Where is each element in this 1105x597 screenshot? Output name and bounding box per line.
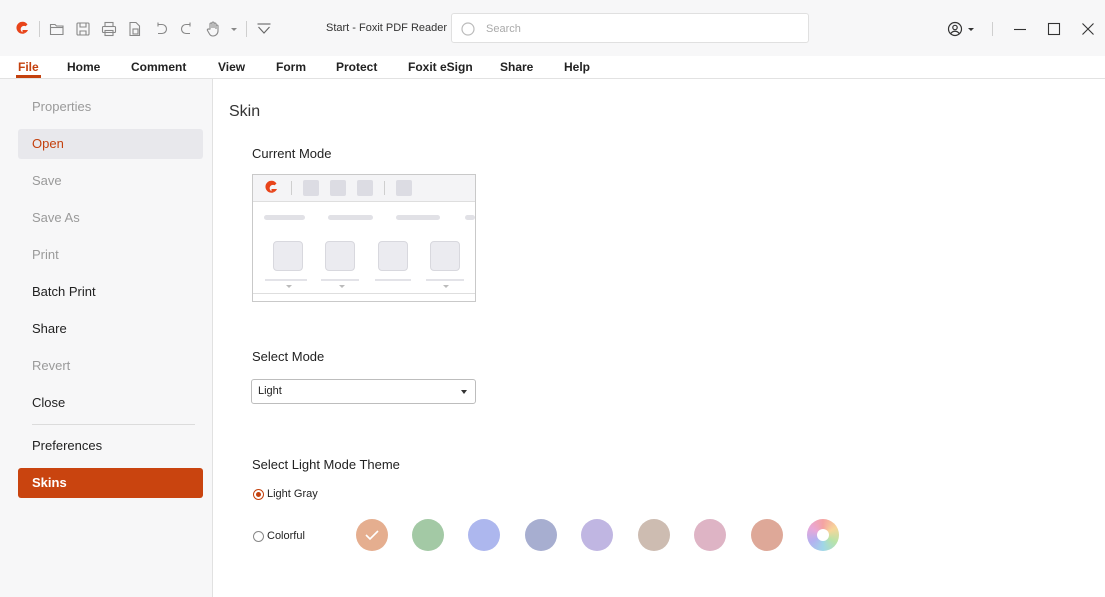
sidebar-item-close[interactable]: Close	[18, 388, 203, 418]
sidebar-divider	[32, 424, 195, 425]
menu-view[interactable]: View	[218, 60, 245, 74]
light-gray-radio[interactable]	[253, 489, 264, 500]
swatch-orange[interactable]	[356, 519, 388, 551]
light-gray-label[interactable]: Light Gray	[267, 488, 318, 500]
menu-form[interactable]: Form	[276, 60, 306, 74]
preview-tile	[430, 241, 460, 271]
menu-foxit-esign[interactable]: Foxit eSign	[408, 60, 473, 74]
minimize-icon[interactable]	[1008, 17, 1032, 41]
colorful-radio[interactable]	[253, 531, 264, 542]
preview-tile	[273, 241, 303, 271]
theme-label: Select Light Mode Theme	[252, 457, 400, 472]
new-file-icon[interactable]	[125, 19, 145, 39]
account-dropdown-icon[interactable]	[964, 17, 978, 41]
sidebar-item-batch-print[interactable]: Batch Print	[18, 277, 203, 307]
swatch-rainbow-center	[817, 529, 829, 541]
menu-protect[interactable]: Protect	[336, 60, 377, 74]
preview-button	[330, 180, 346, 196]
preview-separator	[384, 181, 385, 195]
toolbar-separator	[39, 21, 40, 37]
hand-tool-icon[interactable]	[203, 19, 223, 39]
undo-icon[interactable]	[151, 19, 171, 39]
preview-line	[375, 279, 411, 281]
preview-tile	[378, 241, 408, 271]
menu-help[interactable]: Help	[564, 60, 590, 74]
print-icon[interactable]	[99, 19, 119, 39]
close-icon[interactable]	[1076, 17, 1100, 41]
menu-bar: File Home Comment View Form Protect Foxi…	[0, 56, 1105, 79]
quick-access-toolbar	[12, 17, 280, 41]
swatch-green[interactable]	[412, 519, 444, 551]
select-mode-label: Select Mode	[252, 349, 325, 364]
swatch-rainbow[interactable]	[807, 519, 839, 551]
sidebar-item-skins[interactable]: Skins	[18, 468, 203, 498]
search-input[interactable]	[484, 20, 788, 38]
page-title: Skin	[229, 103, 261, 120]
document-title: Start - Foxit PDF Reader	[326, 22, 448, 34]
current-mode-label: Current Mode	[252, 146, 332, 161]
colorful-label[interactable]: Colorful	[267, 530, 305, 542]
preview-button	[396, 180, 412, 196]
foxit-logo-icon[interactable]	[12, 19, 32, 39]
swatch-periwinkle[interactable]	[468, 519, 500, 551]
preview-arrow	[286, 285, 292, 288]
swatch-lavender[interactable]	[581, 519, 613, 551]
sidebar-item-properties[interactable]: Properties	[18, 92, 203, 122]
sidebar-item-save[interactable]: Save	[18, 166, 203, 196]
maximize-icon[interactable]	[1042, 17, 1066, 41]
preview-button	[303, 180, 319, 196]
chevron-down-icon	[461, 390, 467, 394]
search-icon	[461, 22, 475, 36]
account-icon[interactable]	[946, 17, 964, 41]
preview-toolbar	[253, 175, 475, 202]
preview-tab	[396, 215, 440, 220]
menu-file[interactable]: File	[16, 60, 41, 78]
preview-separator	[291, 181, 292, 195]
checkmark-icon	[365, 530, 379, 541]
preview-tab	[465, 215, 475, 220]
preview-tab	[264, 215, 305, 220]
menu-comment[interactable]: Comment	[131, 60, 186, 74]
preview-arrow	[443, 285, 449, 288]
sidebar-item-open[interactable]: Open	[18, 129, 203, 159]
preview-line	[265, 279, 307, 281]
sidebar-item-save-as[interactable]: Save As	[18, 203, 203, 233]
swatch-slate-blue[interactable]	[525, 519, 557, 551]
toolbar-separator	[246, 21, 247, 37]
redo-icon[interactable]	[177, 19, 197, 39]
preview-line	[321, 279, 359, 281]
save-icon[interactable]	[73, 19, 93, 39]
open-icon[interactable]	[47, 19, 67, 39]
sidebar-item-print[interactable]: Print	[18, 240, 203, 270]
mode-select[interactable]: Light	[251, 379, 476, 404]
foxit-logo-icon	[265, 180, 277, 193]
sidebar-item-revert[interactable]: Revert	[18, 351, 203, 381]
menu-home[interactable]: Home	[67, 60, 100, 74]
swatch-taupe[interactable]	[638, 519, 670, 551]
menu-share[interactable]: Share	[500, 60, 533, 74]
search-box[interactable]	[451, 13, 809, 43]
sidebar-item-preferences[interactable]: Preferences	[18, 431, 203, 461]
preview-tile	[325, 241, 355, 271]
swatch-pink[interactable]	[694, 519, 726, 551]
current-mode-preview	[252, 174, 476, 302]
swatch-terracotta[interactable]	[751, 519, 783, 551]
customize-dropdown-icon[interactable]	[229, 19, 239, 39]
preview-divider	[253, 293, 475, 294]
quick-access-icon[interactable]	[254, 19, 274, 39]
window-control-separator	[992, 22, 993, 36]
preview-line	[426, 279, 464, 281]
file-sidebar: Properties Open Save Save As Print Batch…	[0, 79, 213, 597]
preview-arrow	[339, 285, 345, 288]
sidebar-item-share[interactable]: Share	[18, 314, 203, 344]
title-bar: Start - Foxit PDF Reader	[0, 0, 1105, 56]
preview-button	[357, 180, 373, 196]
preview-tab	[328, 215, 373, 220]
mode-select-value: Light	[258, 385, 282, 397]
